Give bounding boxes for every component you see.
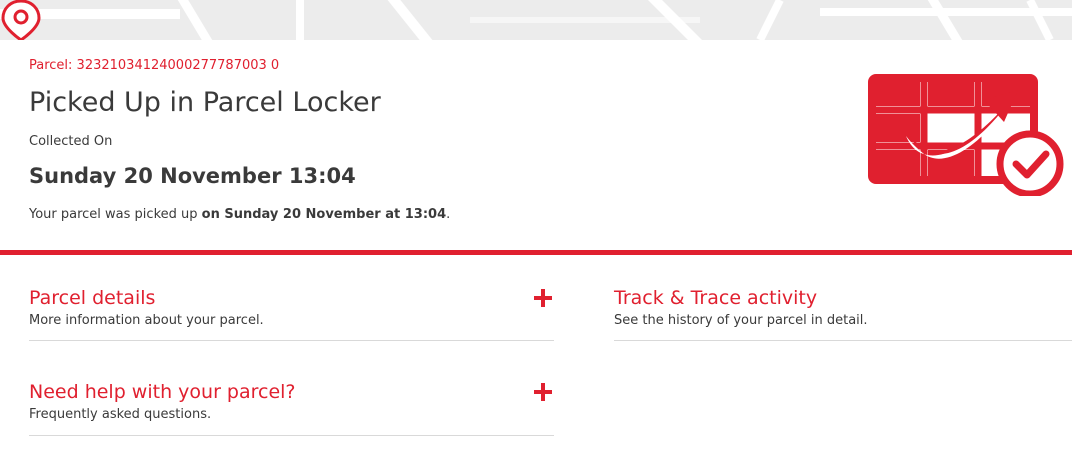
status-card: Parcel: 32321034124000277787003 0 Picked… — [0, 40, 1072, 250]
plus-icon[interactable] — [534, 289, 552, 307]
summary-bold: on Sunday 20 November at 13:04 — [201, 207, 447, 222]
summary-suffix: . — [446, 207, 451, 222]
map-streets — [0, 0, 1072, 40]
parcel-details-subtitle: More information about your parcel. — [29, 313, 264, 328]
status-summary: Your parcel was picked up on Sunday 20 N… — [29, 207, 450, 222]
parcel-number: Parcel: 32321034124000277787003 0 — [29, 58, 280, 73]
map-background — [0, 0, 1072, 40]
summary-prefix: Your parcel was picked up — [29, 207, 202, 222]
collected-date: Sunday 20 November 13:04 — [29, 164, 356, 188]
parcel-locker-check-icon — [868, 74, 1064, 196]
help-subtitle: Frequently asked questions. — [29, 407, 212, 422]
collected-label: Collected On — [29, 134, 113, 149]
status-title: Picked Up in Parcel Locker — [29, 87, 381, 118]
track-trace-section[interactable]: Track & Trace activity See the history o… — [614, 287, 1072, 341]
track-trace-title[interactable]: Track & Trace activity — [614, 287, 817, 309]
parcel-details-title[interactable]: Parcel details — [29, 287, 155, 309]
status-divider — [0, 250, 1072, 255]
parcel-details-section[interactable]: Parcel details More information about yo… — [29, 287, 554, 341]
plus-icon[interactable] — [534, 383, 552, 401]
help-title[interactable]: Need help with your parcel? — [29, 381, 296, 403]
track-trace-subtitle: See the history of your parcel in detail… — [614, 313, 868, 328]
help-section[interactable]: Need help with your parcel? Frequently a… — [29, 381, 554, 436]
map-pin-icon — [1, 0, 41, 40]
